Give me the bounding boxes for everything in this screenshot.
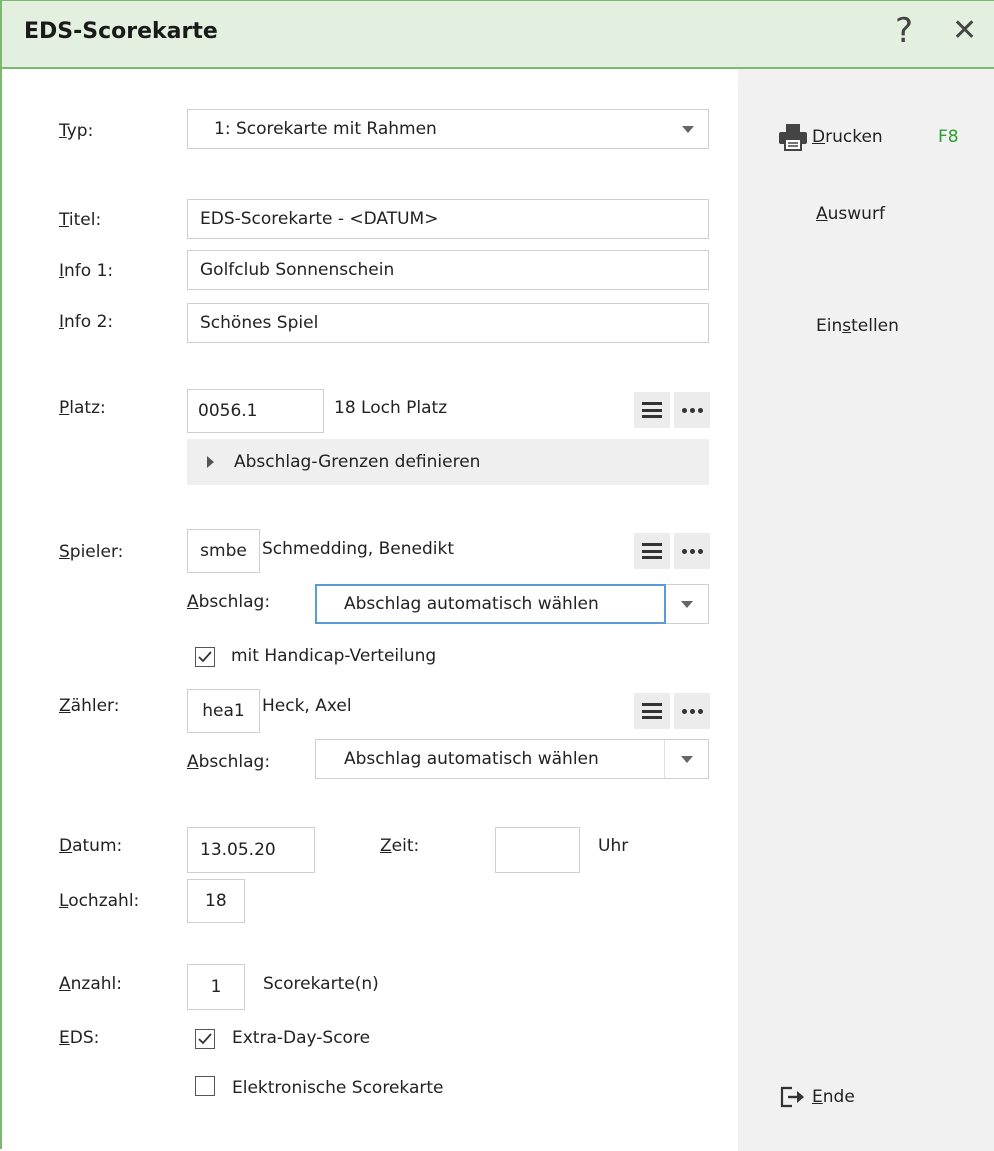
typ-dropdown[interactable]: 1: Scorekarte mit Rahmen	[187, 109, 709, 149]
chevron-down-icon[interactable]	[664, 740, 708, 778]
spieler-list-button[interactable]	[634, 533, 670, 569]
extra-day-score-checkbox[interactable]	[195, 1029, 215, 1049]
zaehler-more-button[interactable]	[674, 693, 710, 729]
checkmark-icon	[198, 1033, 212, 1045]
spieler-more-button[interactable]	[674, 533, 710, 569]
spieler-code-input[interactable]: smbe	[187, 529, 260, 573]
ende-button[interactable]: Ende	[780, 1086, 855, 1108]
actions-panel	[738, 69, 994, 1151]
title-bar: EDS-Scorekarte ? ✕	[2, 1, 994, 69]
zaehler-list-button[interactable]	[634, 693, 670, 729]
expand-arrow-icon	[207, 456, 214, 468]
anzahl-label: Anzahl:	[59, 974, 122, 994]
chevron-down-icon	[666, 585, 708, 623]
scorecard-dialog: EDS-Scorekarte ? ✕ Typ: 1: Scorekarte mi…	[0, 0, 994, 1151]
lochzahl-label: Lochzahl:	[59, 891, 140, 911]
info1-input[interactable]: Golfclub Sonnenschein	[187, 250, 709, 290]
help-button[interactable]: ?	[895, 11, 913, 51]
drucken-shortcut: F8	[938, 127, 959, 147]
zeit-label: Zeit:	[380, 836, 420, 856]
spieler-label: Spieler:	[59, 542, 124, 562]
lochzahl-input[interactable]: 18	[187, 879, 245, 923]
dialog-title: EDS-Scorekarte	[24, 19, 218, 44]
more-icon	[681, 548, 703, 554]
spieler-abschlag-value: Abschlag automatisch wählen	[344, 594, 599, 614]
titel-label: Titel:	[59, 210, 102, 230]
drucken-button[interactable]: Drucken	[778, 123, 883, 151]
platz-label: Platz:	[59, 398, 106, 418]
titel-input[interactable]: EDS-Scorekarte - <DATUM>	[187, 199, 709, 239]
zaehler-code-input[interactable]: hea1	[187, 689, 260, 733]
handicap-checkbox[interactable]	[195, 647, 215, 667]
abschlag-grenzen-expander[interactable]: Abschlag-Grenzen definieren	[187, 439, 709, 485]
info2-input[interactable]: Schönes Spiel	[187, 303, 709, 343]
elektronische-scorekarte-checkbox[interactable]	[195, 1076, 215, 1096]
info1-label: Info 1:	[59, 261, 114, 281]
more-icon	[681, 708, 703, 714]
zaehler-abschlag-dropdown[interactable]: Abschlag automatisch wählen	[315, 739, 709, 779]
einstellen-button[interactable]: Einstellen	[816, 316, 899, 336]
zeit-input[interactable]	[495, 827, 580, 873]
close-button[interactable]: ✕	[952, 11, 977, 51]
anzahl-unit: Scorekarte(n)	[263, 974, 379, 994]
list-icon	[642, 402, 662, 418]
anzahl-input[interactable]: 1	[187, 964, 245, 1010]
abschlag-grenzen-label: Abschlag-Grenzen definieren	[234, 452, 481, 472]
auswurf-button[interactable]: Auswurf	[816, 204, 885, 224]
printer-icon	[779, 124, 807, 151]
spieler-abschlag-dropdown-button[interactable]	[666, 584, 709, 624]
typ-value: 1: Scorekarte mit Rahmen	[214, 119, 437, 139]
datum-label: Datum:	[59, 836, 123, 856]
info2-label: Info 2:	[59, 312, 114, 332]
spieler-abschlag-dropdown[interactable]: Abschlag automatisch wählen	[315, 584, 666, 624]
typ-label: Typ:	[59, 121, 94, 141]
checkmark-icon	[198, 651, 212, 663]
eds-label: EDS:	[59, 1028, 100, 1048]
zeit-unit: Uhr	[598, 836, 629, 856]
zaehler-label: Zähler:	[59, 696, 120, 716]
spieler-name: Schmedding, Benedikt	[262, 539, 454, 559]
list-icon	[642, 703, 662, 719]
extra-day-score-label: Extra-Day-Score	[232, 1028, 371, 1048]
platz-name: 18 Loch Platz	[334, 398, 448, 418]
handicap-label: mit Handicap-Verteilung	[231, 646, 437, 666]
elektronische-scorekarte-label: Elektronische Scorekarte	[232, 1078, 444, 1098]
datum-input[interactable]: 13.05.20	[187, 827, 315, 873]
chevron-down-icon[interactable]	[668, 110, 708, 148]
list-icon	[642, 543, 662, 559]
zaehler-abschlag-value: Abschlag automatisch wählen	[344, 749, 599, 769]
platz-more-button[interactable]	[674, 392, 710, 428]
platz-list-button[interactable]	[634, 392, 670, 428]
zaehler-abschlag-label: Abschlag:	[187, 752, 271, 772]
zaehler-name: Heck, Axel	[262, 696, 352, 716]
more-icon	[681, 407, 703, 413]
spieler-abschlag-label: Abschlag:	[187, 592, 271, 612]
platz-code-input[interactable]: 0056.1	[187, 389, 324, 433]
exit-icon	[780, 1086, 804, 1108]
